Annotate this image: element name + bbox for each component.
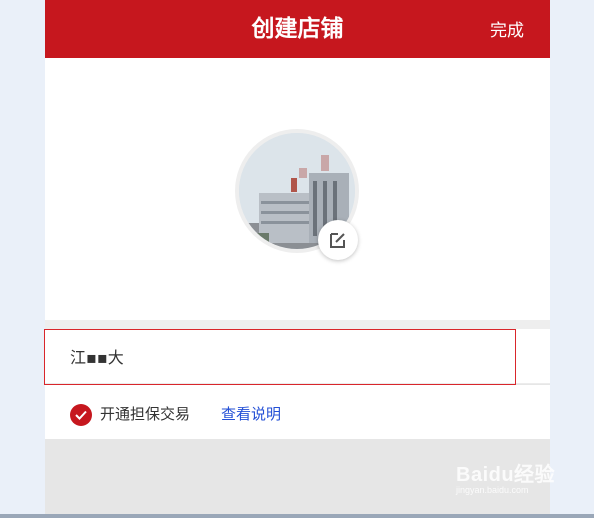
watermark-brand: Baidu经验 xyxy=(456,464,556,486)
phone-screen: 创建店铺 完成 江▪▪大 开通担保交易 查看说明 xyxy=(45,0,550,514)
page-title: 创建店铺 xyxy=(251,16,344,42)
edit-avatar-button[interactable] xyxy=(318,220,358,260)
bottom-border xyxy=(0,514,594,518)
done-button[interactable]: 完成 xyxy=(490,0,524,58)
store-name-input[interactable] xyxy=(70,341,370,371)
guarantee-label: 开通担保交易 xyxy=(100,405,191,423)
section-divider xyxy=(45,320,550,329)
guarantee-checkbox[interactable] xyxy=(70,404,92,426)
guarantee-trade-row: 开通担保交易 查看说明 xyxy=(45,385,550,439)
check-icon xyxy=(75,410,87,420)
store-name-row xyxy=(45,329,550,384)
app-header: 创建店铺 完成 xyxy=(45,0,550,58)
baidu-watermark: Baidu经验 jingyan.baidu.com xyxy=(456,458,555,495)
view-explanation-link[interactable]: 查看说明 xyxy=(221,385,281,444)
avatar-section xyxy=(45,58,550,320)
edit-icon xyxy=(330,233,345,248)
